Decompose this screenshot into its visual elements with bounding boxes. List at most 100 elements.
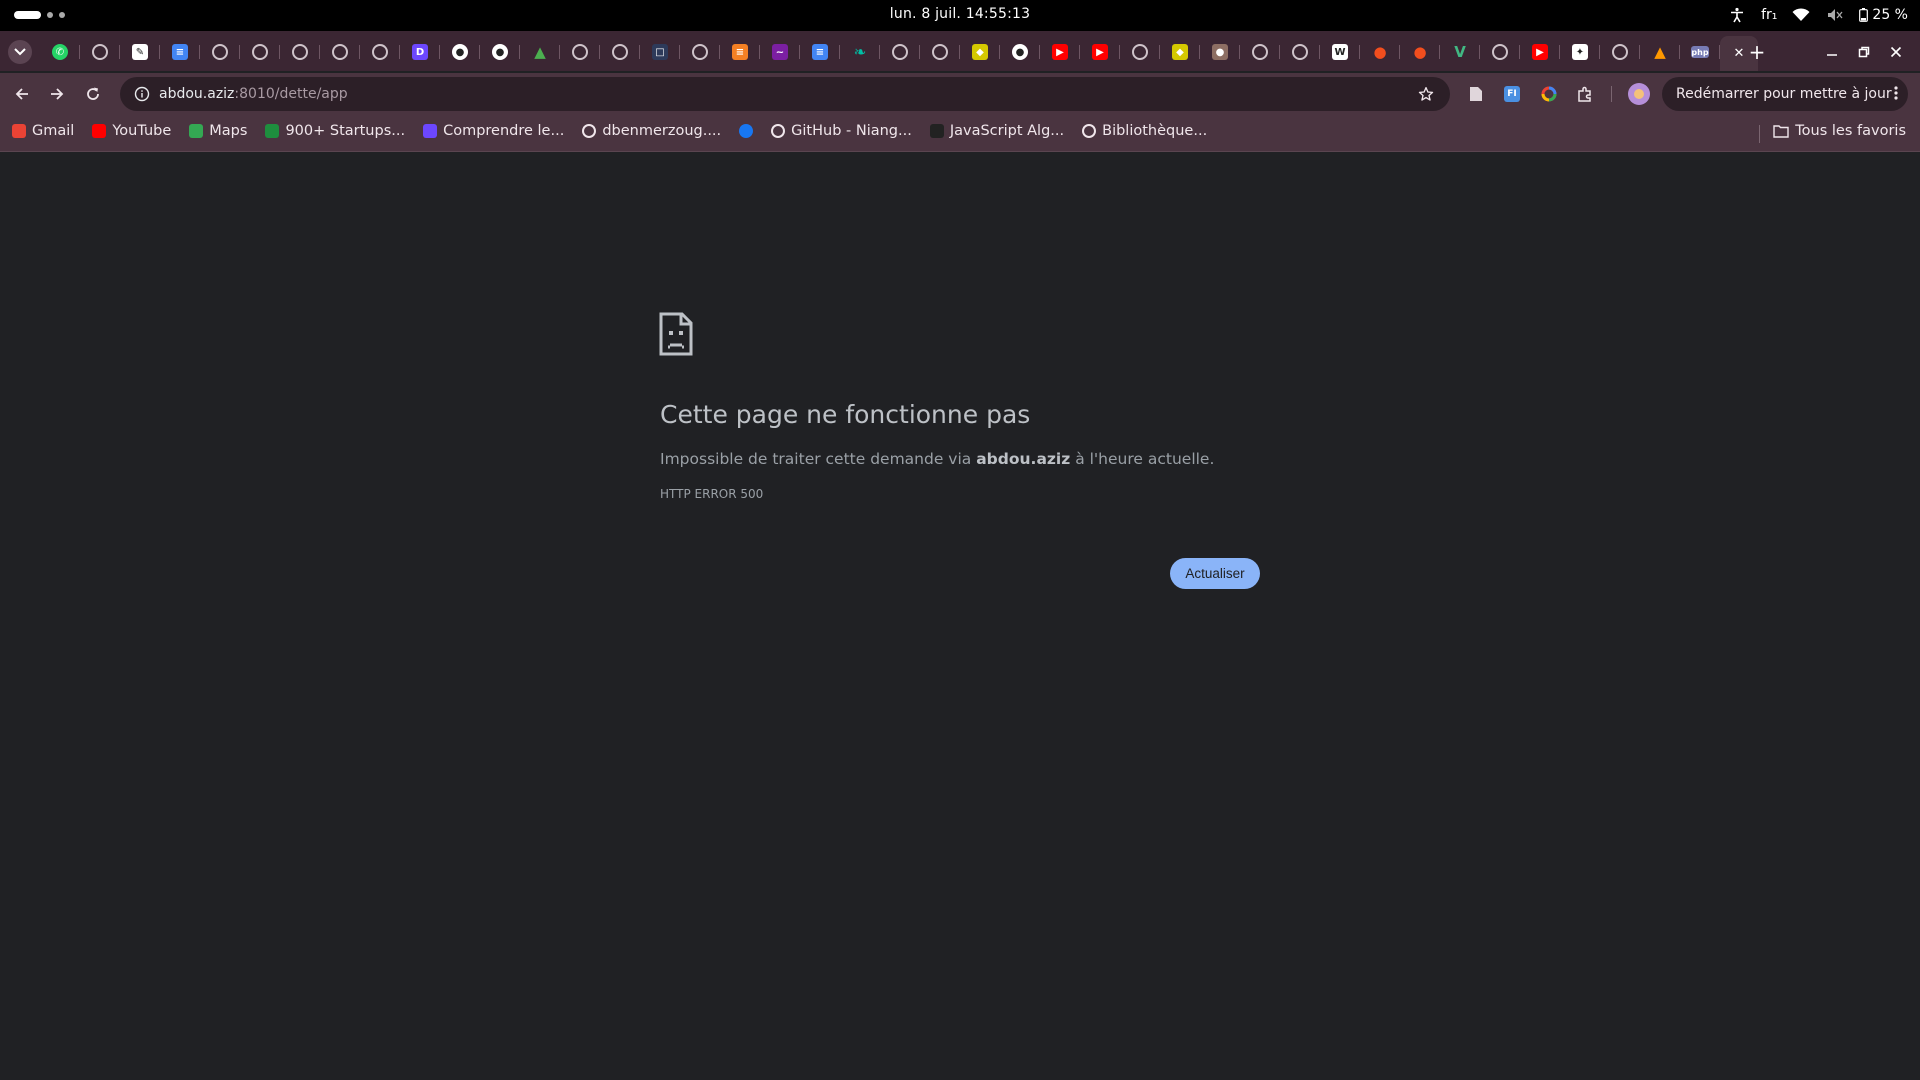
github-icon: ● [492, 44, 508, 60]
reload-toolbar-button[interactable] [79, 80, 107, 108]
tab[interactable] [1280, 36, 1320, 68]
tab[interactable]: ~ [760, 36, 800, 68]
globe-icon [252, 44, 268, 60]
tab[interactable]: ≡ [720, 36, 760, 68]
tab[interactable] [360, 36, 400, 68]
tab[interactable]: php [1680, 36, 1720, 68]
tab[interactable]: ✎ [120, 36, 160, 68]
keyboard-layout-indicator[interactable]: fr₁ [1761, 7, 1777, 23]
accessibility-icon[interactable] [1727, 5, 1747, 25]
battery-icon [1859, 8, 1869, 22]
volume-muted-icon[interactable] [1825, 5, 1845, 25]
whatsapp-icon: ✆ [52, 44, 68, 60]
bookmark-item[interactable]: JavaScript Alg... [929, 123, 1065, 139]
dev-icon [423, 124, 438, 138]
tab[interactable] [680, 36, 720, 68]
tab[interactable]: ▶ [1080, 36, 1120, 68]
tab[interactable]: ● [1000, 36, 1040, 68]
tab[interactable]: ● [480, 36, 520, 68]
all-bookmarks-button[interactable]: Tous les favoris [1773, 123, 1906, 139]
tab[interactable] [240, 36, 280, 68]
tab[interactable]: ● [1360, 36, 1400, 68]
bookmark-item[interactable]: Comprendre le... [423, 123, 564, 139]
php-icon: php [1691, 46, 1709, 58]
tab[interactable]: ▶ [1040, 36, 1080, 68]
tab[interactable]: ▲ [520, 36, 560, 68]
tab[interactable]: ✦ [1560, 36, 1600, 68]
tab[interactable] [280, 36, 320, 68]
address-bar[interactable]: abdou.aziz:8010/dette/app [120, 77, 1450, 111]
bookmark-item[interactable]: dbenmerzoug.... [582, 123, 721, 139]
tab[interactable] [200, 36, 240, 68]
dev-icon: D [412, 44, 428, 60]
tab[interactable]: ● [1400, 36, 1440, 68]
new-tab-button[interactable]: + [1743, 38, 1771, 66]
bookmark-item[interactable] [739, 123, 754, 139]
update-restart-button[interactable]: Redémarrer pour mettre à jour [1662, 77, 1908, 111]
tab-strip: ✆ ✎ ≡ D ● ● ▲ □ ≡ ~ ≡ ❧ ◆ ● ▶ ▶ ◆ ● W ● ● V ▶ ✦ ▲ php ✕ + [0, 31, 1920, 71]
tab[interactable] [1240, 36, 1280, 68]
bookmark-star-button[interactable] [1414, 82, 1438, 106]
reload-button[interactable]: Actualiser [1170, 558, 1260, 589]
tab[interactable]: ❧ [840, 36, 880, 68]
tab[interactable]: ≡ [160, 36, 200, 68]
tab[interactable] [920, 36, 960, 68]
globe-icon [1492, 44, 1508, 60]
tab[interactable]: ◆ [960, 36, 1000, 68]
extension-color-button[interactable] [1537, 82, 1561, 106]
tab[interactable] [1120, 36, 1160, 68]
arrow-left-icon [15, 88, 28, 100]
tab[interactable]: ✆ [40, 36, 80, 68]
bookmark-item[interactable]: GitHub - Niang... [771, 123, 912, 139]
tab[interactable] [1480, 36, 1520, 68]
tab[interactable]: ≡ [800, 36, 840, 68]
extensions-button[interactable] [1573, 82, 1597, 106]
activities-indicator[interactable] [14, 11, 65, 19]
tab[interactable]: ▶ [1520, 36, 1560, 68]
globe-icon [92, 44, 108, 60]
youtube-icon: ▶ [1052, 44, 1068, 60]
forward-button[interactable] [43, 80, 71, 108]
reading-list-button[interactable] [1464, 82, 1488, 106]
close-window-button[interactable] [1880, 38, 1912, 66]
update-restart-label: Redémarrer pour mettre à jour [1676, 86, 1892, 102]
back-button[interactable] [8, 80, 36, 108]
bookmark-label: JavaScript Alg... [949, 123, 1065, 139]
tab[interactable]: □ [640, 36, 680, 68]
globe-icon [572, 44, 588, 60]
tab[interactable] [880, 36, 920, 68]
bookmarks-bar: Gmail YouTube Maps 900+ Startups... Comprend… [0, 115, 1920, 152]
tab[interactable] [80, 36, 120, 68]
clock[interactable]: lun. 8 juil. 14:55:13 [890, 6, 1030, 22]
tab[interactable] [600, 36, 640, 68]
bookmark-item[interactable]: YouTube [92, 123, 171, 139]
tab[interactable]: D [400, 36, 440, 68]
tab[interactable] [320, 36, 360, 68]
browser-toolbar: abdou.aziz:8010/dette/app FI Redémarrer … [0, 73, 1920, 115]
tab[interactable] [560, 36, 600, 68]
profile-button[interactable] [1627, 82, 1651, 106]
battery-indicator[interactable]: 25 % [1859, 7, 1908, 23]
extension-fi-button[interactable]: FI [1500, 82, 1524, 106]
startups-icon [265, 124, 280, 138]
bookmark-label: Bibliothèque... [1102, 123, 1208, 139]
tab-search-button[interactable] [8, 40, 32, 64]
bookmark-item[interactable]: Bibliothèque... [1082, 123, 1207, 139]
url-path: :8010/dette/app [234, 86, 348, 102]
bookmark-item[interactable]: Gmail [12, 123, 74, 139]
tab[interactable]: V [1440, 36, 1480, 68]
wifi-icon[interactable] [1791, 5, 1811, 25]
bookmark-item[interactable]: 900+ Startups... [265, 123, 405, 139]
tab[interactable]: ● [1200, 36, 1240, 68]
site-info-button[interactable] [125, 77, 159, 111]
tab[interactable]: W [1320, 36, 1360, 68]
tab[interactable]: ◆ [1160, 36, 1200, 68]
restore-button[interactable] [1848, 38, 1880, 66]
tab[interactable]: ▲ [1640, 36, 1680, 68]
minimize-button[interactable] [1816, 38, 1848, 66]
tab[interactable]: ● [440, 36, 480, 68]
youtube-icon: ▶ [1532, 44, 1548, 60]
tab[interactable] [1600, 36, 1640, 68]
bookmark-item[interactable]: Maps [189, 123, 247, 139]
color-ring-icon [1541, 86, 1557, 102]
